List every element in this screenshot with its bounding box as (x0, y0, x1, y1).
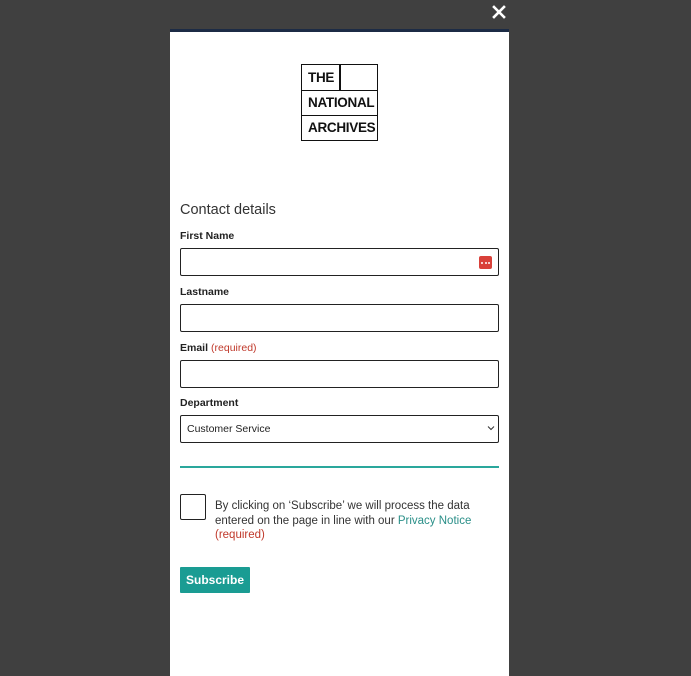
national-archives-logo: THE NATIONAL ARCHIVES (301, 64, 378, 141)
logo-line-3: ARCHIVES (302, 115, 377, 140)
privacy-notice-link[interactable]: Privacy Notice (398, 515, 472, 527)
close-icon (492, 5, 506, 19)
password-manager-icon[interactable] (479, 256, 492, 269)
logo-divider (339, 65, 341, 90)
chevron-down-icon (487, 426, 495, 431)
subscribe-modal: THE NATIONAL ARCHIVES Contact details Fi… (170, 29, 509, 676)
subscribe-button[interactable]: Subscribe (180, 567, 250, 593)
first-name-input[interactable] (180, 248, 499, 276)
close-button[interactable] (489, 2, 509, 22)
email-label-text: Email (180, 342, 209, 354)
department-select[interactable]: Customer Service (180, 415, 499, 443)
lastname-input[interactable] (180, 304, 499, 332)
consent-required-tag: (required) (215, 529, 265, 541)
logo-line-2: NATIONAL (302, 90, 377, 115)
contact-details-heading: Contact details (180, 202, 276, 218)
email-input[interactable] (180, 360, 499, 388)
lastname-label: Lastname (180, 286, 230, 298)
section-divider (180, 466, 499, 468)
email-required-tag: (required) (211, 342, 257, 354)
modal-overlay: THE NATIONAL ARCHIVES Contact details Fi… (0, 0, 691, 676)
department-label: Department (180, 397, 239, 409)
department-selected-value: Customer Service (187, 423, 271, 435)
email-label: Email (required) (180, 342, 257, 354)
first-name-label: First Name (180, 230, 235, 242)
consent-text: By clicking on ‘Subscribe’ we will proce… (215, 499, 500, 543)
consent-checkbox[interactable] (180, 494, 206, 520)
